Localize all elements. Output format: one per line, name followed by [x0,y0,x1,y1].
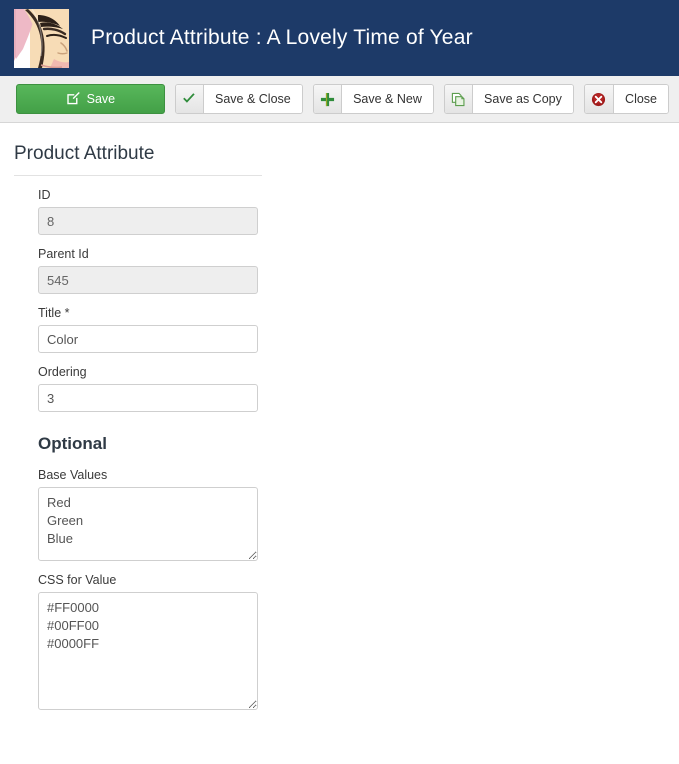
save-and-close-button[interactable]: Save & Close [174,84,303,114]
field-css-for-value-textarea[interactable]: #FF0000 #00FF00 #0000FF [38,592,258,710]
save-button[interactable]: Save [16,84,165,114]
field-parent-id: Parent Id [38,247,679,294]
field-base-values-label: Base Values [38,468,108,482]
save-and-close-label: Save & Close [203,85,302,113]
field-base-values: Base Values Red Green Blue [38,468,679,561]
form-fields: ID Parent Id Title * Ordering Optional B… [38,176,679,710]
field-base-values-textarea[interactable]: Red Green Blue [38,487,258,561]
field-id-label: ID [38,188,51,202]
field-parent-id-label: Parent Id [38,247,89,261]
field-parent-id-input[interactable] [38,266,258,294]
toolbar: Save Save & Close Save & New Save as Cop… [0,76,679,123]
copy-pages-icon [444,85,474,113]
avatar-face-svg [14,8,69,68]
form-content: Product Attribute ID Parent Id Title * O… [0,123,679,710]
page-title: Product Attribute : A Lovely Time of Yea… [91,26,473,49]
save-as-copy-button[interactable]: Save as Copy [443,84,574,114]
field-ordering-input[interactable] [38,384,258,412]
save-button-label: Save [86,92,116,106]
optional-section-heading: Optional [38,434,107,453]
field-ordering-label: Ordering [38,365,87,379]
close-label: Close [614,85,669,113]
circle-x-icon [584,85,615,113]
field-title-label: Title * [38,306,70,320]
avatar-face-illustration-icon [14,8,69,68]
field-title: Title * [38,306,679,353]
form-legend: Product Attribute [14,143,262,176]
field-css-for-value-label: CSS for Value [38,573,117,587]
field-css-for-value: CSS for Value #FF0000 #00FF00 #0000FF [38,573,679,710]
check-icon [175,85,204,113]
pencil-square-icon [66,91,80,108]
field-ordering: Ordering [38,365,679,412]
save-and-new-button[interactable]: Save & New [312,84,434,114]
field-id-input[interactable] [38,207,258,235]
field-title-input[interactable] [38,325,258,353]
field-id: ID [38,188,679,235]
plus-icon [313,85,343,113]
save-and-new-label: Save & New [342,85,433,113]
save-as-copy-label: Save as Copy [473,85,573,113]
close-button[interactable]: Close [583,84,670,114]
page-header: Product Attribute : A Lovely Time of Yea… [0,0,679,76]
